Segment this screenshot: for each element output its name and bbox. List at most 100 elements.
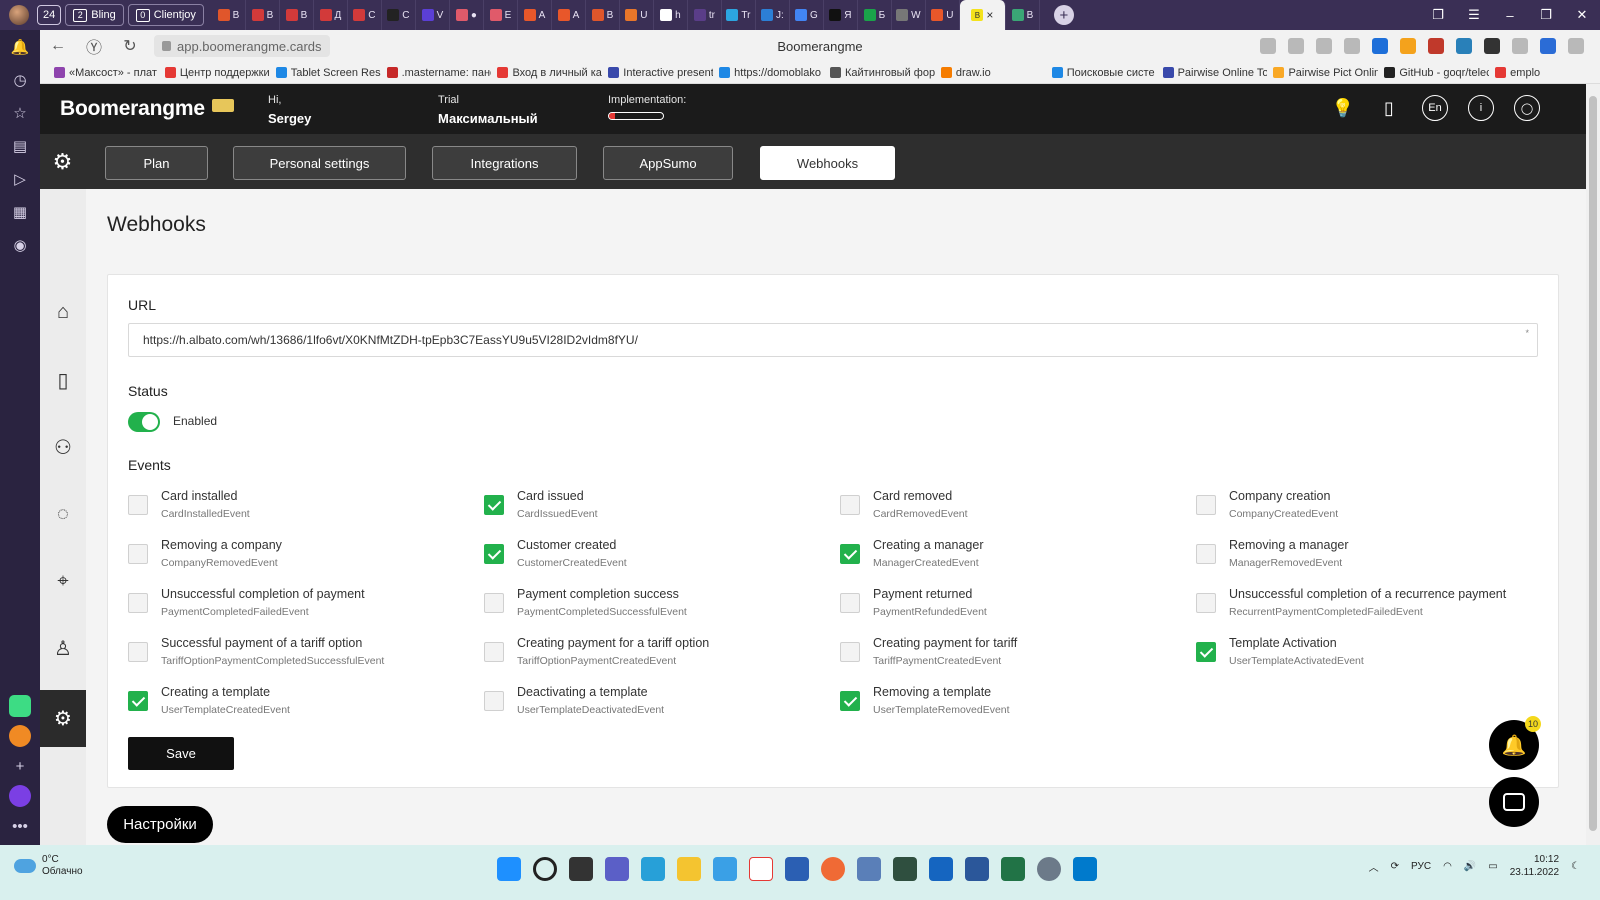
menu-icon[interactable]: ☰ <box>1456 0 1492 30</box>
browser-profile-avatar[interactable] <box>9 5 29 25</box>
notes-icon[interactable] <box>785 857 809 881</box>
event-checkbox[interactable] <box>840 593 860 613</box>
event-checkbox[interactable] <box>1196 593 1216 613</box>
bookmark-item[interactable]: Pairwise Pict Onlin <box>1273 67 1378 79</box>
app-logo[interactable]: Boomerangme <box>60 97 205 121</box>
restore-icon[interactable]: ❐ <box>1528 0 1564 30</box>
location-pin-icon[interactable]: ⌖ <box>40 558 86 604</box>
tab-appsumo[interactable]: AppSumo <box>603 146 733 180</box>
browser-tab[interactable]: B <box>586 0 620 30</box>
browser-tab[interactable]: E <box>484 0 518 30</box>
terminal-icon[interactable] <box>893 857 917 881</box>
excel-icon[interactable] <box>1001 857 1025 881</box>
wifi-icon[interactable]: ◠ <box>1443 861 1452 872</box>
settings-pill-button[interactable]: Настройки <box>107 806 213 843</box>
card-icon[interactable]: ▯ <box>40 357 86 403</box>
event-checkbox[interactable] <box>128 691 148 711</box>
android-app-icon[interactable] <box>9 695 31 717</box>
settings-gear-icon[interactable]: ⚙ <box>40 134 85 189</box>
yandex-icon[interactable]: Ⓨ <box>76 30 112 62</box>
extension-icon[interactable] <box>1428 38 1444 54</box>
tab-manager-icon[interactable]: ❐ <box>1420 0 1456 30</box>
event-checkbox[interactable] <box>484 544 504 564</box>
pinned-tab-bling[interactable]: 2 Bling <box>65 4 124 26</box>
reader-icon[interactable] <box>1288 38 1304 54</box>
browser-tab[interactable]: B <box>212 0 246 30</box>
event-checkbox[interactable] <box>484 642 504 662</box>
vscode-icon[interactable] <box>1073 857 1097 881</box>
event-checkbox[interactable] <box>128 544 148 564</box>
browser-tab[interactable]: tr <box>688 0 722 30</box>
browser-tab[interactable]: Д <box>314 0 348 30</box>
close-window-icon[interactable]: ✕ <box>1564 0 1600 30</box>
extension-icon[interactable] <box>1456 38 1472 54</box>
event-checkbox[interactable] <box>484 691 504 711</box>
browser-tab[interactable]: Я <box>824 0 858 30</box>
mobile-phone-icon[interactable]: ▯ <box>1376 95 1402 121</box>
browser-tab[interactable]: B <box>1006 0 1040 30</box>
yandex-browser-icon[interactable] <box>749 857 773 881</box>
bookmark-item[interactable]: https://domoblako <box>719 67 824 79</box>
event-checkbox[interactable] <box>840 642 860 662</box>
alice-assistant-icon[interactable] <box>9 785 31 807</box>
bookmark-item[interactable]: Tablet Screen Resc <box>275 67 381 79</box>
event-checkbox[interactable] <box>1196 642 1216 662</box>
sync-icon[interactable]: ⟳ <box>1391 861 1399 872</box>
url-field[interactable]: app.boomerangme.cards <box>154 35 330 57</box>
browser-tab-active[interactable]: B × <box>959 0 1006 30</box>
favorites-star-icon[interactable]: ☆ <box>0 96 40 129</box>
bookmark-item[interactable]: Pairwise Online To <box>1162 67 1267 79</box>
app-icon[interactable] <box>929 857 953 881</box>
info-icon[interactable]: i <box>1468 95 1494 121</box>
bookmark-item[interactable]: Вход в личный ка <box>497 67 602 79</box>
search-icon[interactable] <box>533 857 557 881</box>
media-play-icon[interactable]: ▷ <box>0 162 40 195</box>
start-windows-icon[interactable] <box>497 857 521 881</box>
browser-tab[interactable]: W <box>892 0 926 30</box>
browser-tab[interactable]: V <box>416 0 450 30</box>
app-icon[interactable] <box>9 725 31 747</box>
notification-moon-icon[interactable]: ☾ <box>1571 861 1580 872</box>
lightbulb-icon[interactable]: 💡 <box>1330 95 1356 121</box>
settings-icon[interactable]: ⚙ <box>40 690 86 747</box>
file-explorer-icon[interactable] <box>677 857 701 881</box>
browser-tab[interactable]: B <box>280 0 314 30</box>
minimize-icon[interactable]: – <box>1492 0 1528 30</box>
chevron-up-icon[interactable]: ︿ <box>1369 859 1379 874</box>
app-icon[interactable] <box>641 857 665 881</box>
cart-extension-icon[interactable] <box>1372 38 1388 54</box>
notifications-icon[interactable]: 🔔 <box>0 30 40 63</box>
pinned-tab-clientjoy[interactable]: 0 Clientjoy <box>127 4 204 26</box>
photos-icon[interactable] <box>857 857 881 881</box>
browser-tab[interactable]: J: <box>756 0 790 30</box>
event-checkbox[interactable] <box>128 642 148 662</box>
bookmark-item[interactable]: Поисковые систе <box>1051 67 1157 79</box>
tab-integrations[interactable]: Integrations <box>432 146 577 180</box>
customers-icon[interactable]: ⚇ <box>40 424 86 470</box>
battery-icon[interactable]: ▭ <box>1488 861 1497 872</box>
event-checkbox[interactable] <box>1196 544 1216 564</box>
bookmark-item[interactable]: .mastername: пане <box>386 67 491 79</box>
bookmark-item[interactable]: Кайтинговый фор <box>830 67 935 79</box>
settings-app-icon[interactable] <box>1037 857 1061 881</box>
collections-icon[interactable]: ▤ <box>0 129 40 162</box>
coin-extension-icon[interactable] <box>1400 38 1416 54</box>
reload-icon[interactable]: ↻ <box>112 30 148 62</box>
calendar-icon[interactable]: ▦ <box>0 195 40 228</box>
extension-icon[interactable] <box>1484 38 1500 54</box>
history-icon[interactable]: ◷ <box>0 63 40 96</box>
browser-tab[interactable]: B <box>246 0 280 30</box>
bookmark-item[interactable]: draw.io <box>940 67 1046 79</box>
bookmark-item[interactable]: «Максост» - плат <box>54 67 159 79</box>
input-language[interactable]: РУС <box>1411 861 1431 872</box>
browser-tab[interactable]: Tr <box>722 0 756 30</box>
bookmark-item[interactable]: emplo <box>1495 67 1600 79</box>
event-checkbox[interactable] <box>128 593 148 613</box>
add-app-icon[interactable]: + <box>0 755 40 777</box>
tab-webhooks[interactable]: Webhooks <box>760 146 895 180</box>
browser-tab[interactable]: C <box>348 0 382 30</box>
bookmark-icon[interactable] <box>1344 38 1360 54</box>
extension-icon[interactable] <box>1540 38 1556 54</box>
browser-tab[interactable]: A <box>552 0 586 30</box>
bookmark-item[interactable]: Центр поддержки <box>164 67 270 79</box>
